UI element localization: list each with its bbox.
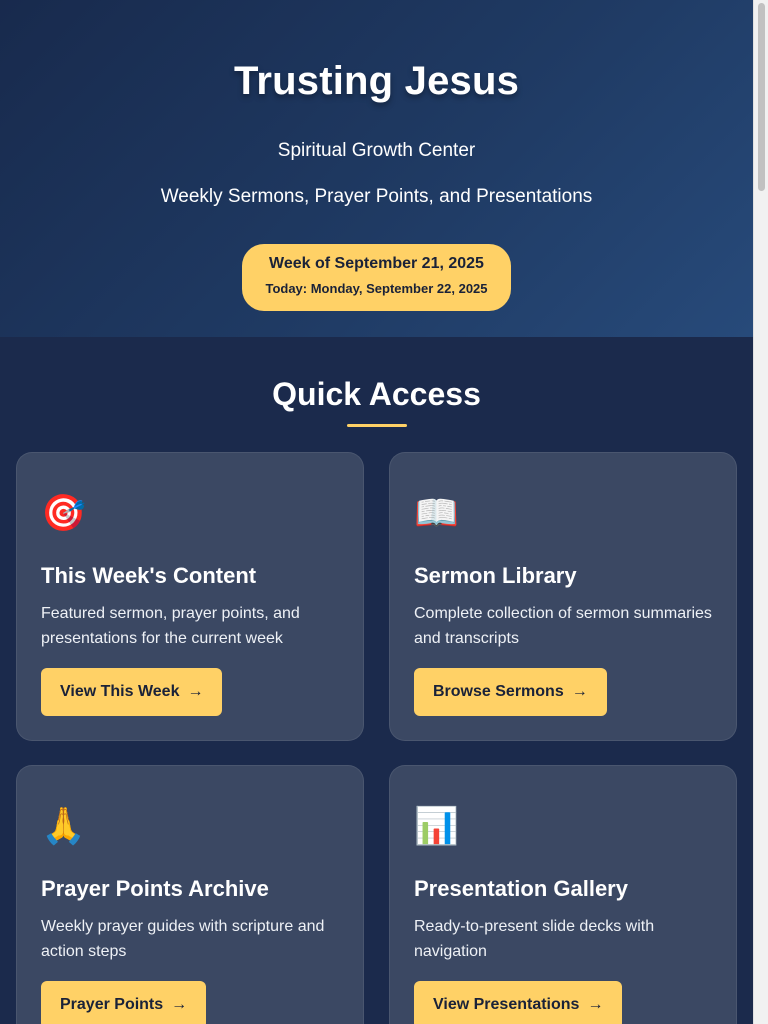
arrow-right-icon: →	[187, 683, 204, 700]
card-title: Sermon Library	[414, 563, 577, 588]
site-subtitle: Spiritual Growth Center	[277, 140, 476, 161]
target-icon: 🎯	[41, 492, 86, 533]
today-label: Today: Monday, September 22, 2025	[265, 281, 488, 296]
site-tagline: Weekly Sermons, Prayer Points, and Prese…	[160, 186, 593, 207]
button-label: Browse Sermons	[433, 683, 564, 700]
card-title: Presentation Gallery	[414, 876, 628, 901]
praying-hands-icon: 🙏	[41, 805, 86, 846]
title-underline	[347, 424, 407, 427]
week-badge: Week of September 21, 2025 Today: Monday…	[242, 244, 511, 311]
card-description: Featured sermon, prayer points, and pres…	[41, 605, 300, 647]
section-title: Quick Access	[272, 376, 481, 412]
button-label: View This Week	[60, 683, 180, 700]
card-description: Complete collection of sermon summaries …	[414, 605, 712, 647]
hero-header: Trusting Jesus Spiritual Growth Center W…	[0, 0, 753, 337]
book-icon: 📖	[414, 492, 459, 533]
quick-access-section: Quick Access 🎯 This Week's Content Featu…	[0, 337, 753, 1024]
site-title: Trusting Jesus	[233, 59, 520, 103]
prayer-points-button[interactable]: Prayer Points →	[41, 981, 207, 1024]
arrow-right-icon: →	[587, 996, 604, 1013]
view-this-week-button[interactable]: View This Week →	[41, 668, 223, 716]
card-this-week: 🎯 This Week's Content Featured sermon, p…	[16, 452, 364, 741]
card-description: Weekly prayer guides with scripture and …	[41, 918, 325, 960]
card-sermon-library: 📖 Sermon Library Complete collection of …	[389, 452, 737, 741]
vertical-scrollbar[interactable]	[753, 0, 768, 1024]
arrow-right-icon: →	[171, 996, 188, 1013]
scrollbar-thumb[interactable]	[758, 3, 765, 191]
card-prayer-points: 🙏 Prayer Points Archive Weekly prayer gu…	[16, 765, 364, 1024]
arrow-right-icon: →	[571, 683, 588, 700]
bar-chart-icon: 📊	[414, 805, 459, 846]
card-title: This Week's Content	[41, 563, 257, 588]
week-label: Week of September 21, 2025	[269, 255, 484, 272]
card-description: Ready-to-present slide decks with naviga…	[414, 918, 655, 960]
browse-sermons-button[interactable]: Browse Sermons →	[414, 668, 607, 716]
card-title: Prayer Points Archive	[41, 876, 269, 901]
page: Trusting Jesus Spiritual Growth Center W…	[0, 0, 753, 1024]
button-label: View Presentations	[433, 996, 580, 1013]
view-presentations-button[interactable]: View Presentations →	[414, 981, 623, 1024]
button-label: Prayer Points	[60, 996, 164, 1013]
card-presentation-gallery: 📊 Presentation Gallery Ready-to-present …	[389, 765, 737, 1024]
